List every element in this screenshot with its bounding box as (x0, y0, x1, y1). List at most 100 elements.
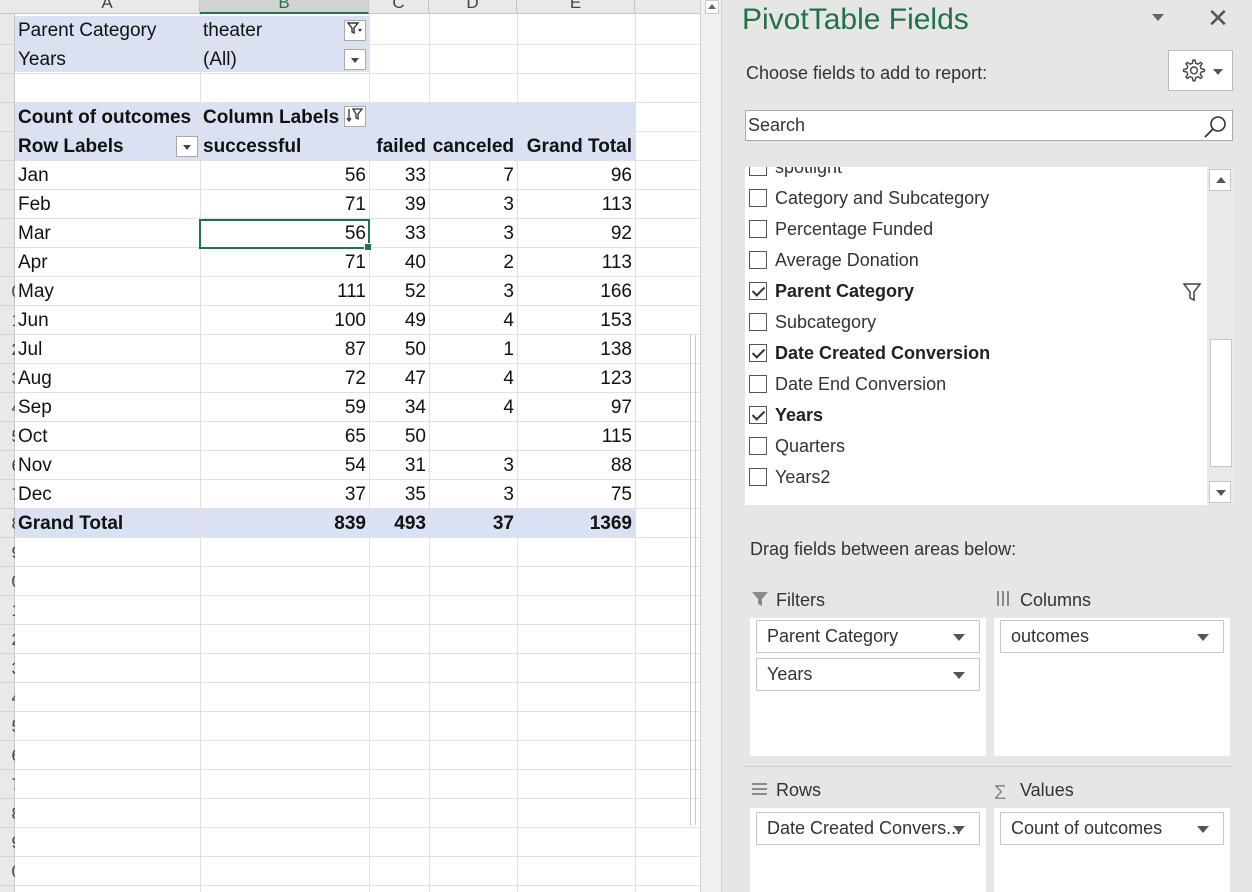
filter-icon[interactable] (1182, 281, 1202, 303)
cell-grand-total[interactable]: 113 (517, 190, 635, 219)
cell-grand-total[interactable]: 166 (517, 277, 635, 306)
row-header[interactable]: 5 (0, 422, 15, 451)
field-checkbox[interactable] (749, 313, 767, 331)
row-header[interactable]: 4 (0, 393, 15, 422)
cell-failed[interactable]: 50 (369, 335, 429, 364)
row-header[interactable]: 2 (0, 335, 15, 364)
row-header[interactable]: 8 (0, 799, 15, 828)
row-header[interactable] (0, 45, 15, 74)
filters-drop-zone[interactable]: Parent Category Years (750, 618, 986, 756)
cell-canceled[interactable]: 2 (429, 248, 517, 277)
close-icon[interactable]: ✕ (1206, 4, 1230, 32)
scrollbar-thumb[interactable] (1210, 339, 1232, 467)
row-header[interactable]: 3 (0, 364, 15, 393)
cell-successful[interactable]: 71 (200, 190, 369, 219)
filter-chip-parent-category[interactable]: Parent Category (756, 620, 980, 653)
row-label-oct[interactable]: Oct (15, 422, 200, 451)
row-header[interactable]: 5 (0, 712, 15, 741)
cell-failed[interactable]: 33 (369, 219, 429, 248)
row-header[interactable] (0, 161, 15, 190)
row-label-sep[interactable]: Sep (15, 393, 200, 422)
row-header[interactable]: 9 (0, 828, 15, 857)
cell-failed[interactable]: 31 (369, 451, 429, 480)
row-header[interactable] (0, 219, 15, 248)
cell-successful[interactable]: 65 (200, 422, 369, 451)
row-header[interactable]: 3 (0, 654, 15, 683)
row-labels-dropdown-button[interactable] (176, 136, 198, 157)
cell-canceled[interactable]: 3 (429, 190, 517, 219)
row-label-apr[interactable]: Apr (15, 248, 200, 277)
column-header-b[interactable]: B (200, 0, 369, 14)
cell-canceled[interactable]: 4 (429, 306, 517, 335)
row-label-feb[interactable]: Feb (15, 190, 200, 219)
field-checkbox[interactable] (749, 406, 767, 424)
value-chip-count-outcomes[interactable]: Count of outcomes (1000, 812, 1224, 845)
field-search-box[interactable] (745, 110, 1233, 141)
scroll-up-arrow[interactable] (705, 0, 719, 14)
row-header[interactable]: 0 (0, 857, 15, 886)
cell-successful[interactable]: 111 (200, 277, 369, 306)
cell-failed[interactable]: 39 (369, 190, 429, 219)
row-header[interactable]: 6 (0, 451, 15, 480)
row-header[interactable]: 2 (0, 625, 15, 654)
field-checkbox[interactable] (749, 375, 767, 393)
row-header[interactable]: 7 (0, 770, 15, 799)
row-header[interactable] (0, 132, 15, 161)
row-header[interactable]: 1 (0, 596, 15, 625)
column-labels-filter-button[interactable] (344, 106, 366, 127)
filter-value-years[interactable]: (All) (200, 45, 340, 74)
years-dropdown-button[interactable] (344, 49, 366, 70)
row-label-jun[interactable]: Jun (15, 306, 200, 335)
cell-grand-total[interactable]: 97 (517, 393, 635, 422)
field-item[interactable]: Years2 (745, 462, 1205, 493)
field-item[interactable]: Subcategory (745, 307, 1205, 338)
row-header[interactable]: 0 (0, 567, 15, 596)
total-grand-total[interactable]: 1369 (517, 509, 635, 538)
field-item[interactable]: Category and Subcategory (745, 183, 1205, 214)
total-successful[interactable]: 839 (200, 509, 369, 538)
field-item[interactable]: Quarters (745, 431, 1205, 462)
scroll-down-icon[interactable] (1209, 481, 1231, 503)
row-header[interactable] (0, 103, 15, 132)
row-header[interactable] (0, 248, 15, 277)
field-item[interactable]: Date Created Conversion (745, 338, 1205, 369)
cell-canceled[interactable]: 3 (429, 219, 517, 248)
row-header[interactable]: 7 (0, 480, 15, 509)
cell-failed[interactable]: 34 (369, 393, 429, 422)
cell-successful[interactable]: 100 (200, 306, 369, 335)
filter-chip-years[interactable]: Years (756, 658, 980, 691)
selected-cell-b7[interactable] (199, 219, 372, 251)
row-label-dec[interactable]: Dec (15, 480, 200, 509)
search-input[interactable] (748, 113, 1198, 138)
cell-canceled[interactable]: 1 (429, 335, 517, 364)
row-label-mar[interactable]: Mar (15, 219, 200, 248)
field-list[interactable]: spotlight Category and Subcategory Percent… (745, 167, 1233, 505)
field-item[interactable]: Parent Category (745, 276, 1205, 307)
field-checkbox[interactable] (749, 468, 767, 486)
cell-successful[interactable]: 54 (200, 451, 369, 480)
cell-grand-total[interactable]: 96 (517, 161, 635, 190)
pane-options-dropdown-icon[interactable] (1150, 12, 1166, 24)
cell-canceled[interactable] (429, 422, 517, 451)
row-header[interactable]: 6 (0, 741, 15, 770)
total-canceled[interactable]: 37 (429, 509, 517, 538)
cell-successful[interactable]: 59 (200, 393, 369, 422)
search-icon[interactable] (1202, 114, 1228, 140)
field-checkbox[interactable] (749, 251, 767, 269)
cell-failed[interactable]: 52 (369, 277, 429, 306)
field-checkbox[interactable] (749, 167, 767, 176)
row-header[interactable] (0, 16, 15, 45)
row-header[interactable]: 8 (0, 509, 15, 538)
cell-canceled[interactable]: 3 (429, 451, 517, 480)
pane-splitter[interactable] (700, 0, 722, 892)
cell-canceled[interactable]: 4 (429, 364, 517, 393)
cell-successful[interactable]: 72 (200, 364, 369, 393)
cell-failed[interactable]: 49 (369, 306, 429, 335)
cell-grand-total[interactable]: 88 (517, 451, 635, 480)
field-item[interactable]: Percentage Funded (745, 214, 1205, 245)
column-header-d[interactable]: D (429, 0, 517, 14)
cell-failed[interactable]: 47 (369, 364, 429, 393)
scroll-up-icon[interactable] (1209, 169, 1231, 191)
row-header[interactable]: 1 (0, 306, 15, 335)
cell-failed[interactable]: 40 (369, 248, 429, 277)
